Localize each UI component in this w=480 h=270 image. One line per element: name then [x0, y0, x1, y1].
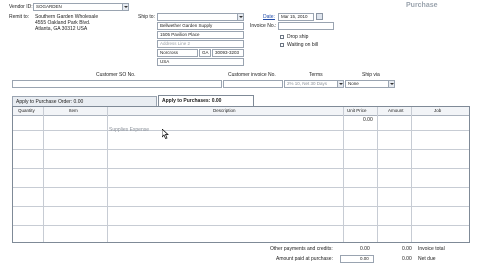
invoice-no-field[interactable] [278, 22, 334, 30]
remit-line-3: Atlanta, GA 30312 USA [35, 26, 88, 32]
tab-apply-purchase-order-label: Apply to Purchase Order: 0.00 [16, 99, 84, 105]
col-amount: Amount [388, 108, 404, 113]
col-unit-price: Unit Price [347, 108, 367, 113]
vendor-id-label: Vendor ID: [9, 4, 33, 10]
ship-to-city-field[interactable]: Norcross [157, 49, 198, 57]
terms-value: 2% 10, Net 30 Days [287, 81, 328, 86]
ship-to-dropdown-icon[interactable] [237, 14, 243, 20]
drop-ship-checkbox[interactable] [280, 35, 284, 39]
row1-unit-price: 0.00 [363, 117, 373, 123]
customer-so-field[interactable] [12, 80, 222, 88]
ship-to-name-field[interactable]: Bellwether Garden Supply [157, 22, 244, 30]
date-label[interactable]: Date: [263, 15, 275, 20]
ship-to-selector[interactable] [157, 13, 244, 21]
ship-via-label: Ship via [362, 72, 380, 78]
invoice-total-label: Invoice total [418, 246, 445, 252]
ship-via-value: None [348, 81, 359, 86]
waiting-on-bill-checkbox[interactable] [280, 43, 284, 47]
ship-to-name: Bellwether Garden Supply [160, 23, 213, 28]
ship-to-address2-field[interactable]: Address Line 2 [157, 40, 244, 48]
net-due-label: Net due [418, 256, 436, 262]
col-job: Job [434, 108, 442, 113]
vendor-id-field[interactable]: SOGARDEN [33, 3, 129, 11]
vendor-id-value: SOGARDEN [36, 4, 62, 9]
calendar-icon[interactable] [316, 13, 323, 20]
remit-to-label: Remit to: [9, 14, 30, 20]
waiting-on-bill-label: Waiting on bill [287, 42, 318, 48]
terms-dropdown-icon[interactable] [337, 81, 343, 87]
row1-account-description: Supplies Expense [109, 127, 150, 133]
amount-paid-label: Amount paid at purchase: [276, 256, 333, 262]
col-description: Description [213, 108, 236, 113]
tab-apply-purchases[interactable]: Apply to Purchases: 0.00 [158, 95, 254, 106]
ship-to-address1-field[interactable]: 1505 Pavilion Place [157, 31, 244, 39]
drop-ship-label: Drop ship [287, 34, 309, 40]
customer-invoice-field[interactable] [223, 80, 283, 88]
amount-paid-field[interactable]: 0.00 [340, 255, 374, 263]
ship-to-address2-placeholder: Address Line 2 [160, 41, 191, 46]
ship-via-dropdown-icon[interactable] [388, 81, 394, 87]
net-due-value: 0.00 [402, 256, 412, 262]
grid-header: Quantity Item Description Unit Price Amo… [13, 107, 469, 116]
ship-via-field[interactable]: None [345, 80, 395, 88]
invoice-total-value: 0.00 [402, 246, 412, 252]
customer-invoice-label: Customer invoice No. [228, 72, 276, 78]
ship-to-label: Ship to: [138, 14, 155, 20]
line-items-grid[interactable]: Quantity Item Description Unit Price Amo… [12, 106, 470, 243]
invoice-no-label: Invoice No.: [250, 23, 277, 29]
date-value: Mar 15, 2010 [281, 14, 308, 19]
ship-to-country: USA [160, 59, 170, 64]
ship-to-city: Norcross [160, 50, 179, 55]
tab-apply-purchases-label: Apply to Purchases: 0.00 [162, 98, 222, 104]
mouse-pointer-icon [162, 129, 169, 139]
customer-so-label: Customer SO No. [96, 72, 136, 78]
ship-to-zip-field[interactable]: 30093-3203 [212, 49, 244, 57]
col-quantity: Quantity [18, 108, 35, 113]
terms-field[interactable]: 2% 10, Net 30 Days [284, 80, 344, 88]
other-payments-label: Other payments and credits: [270, 246, 333, 252]
other-payments-value: 0.00 [360, 246, 370, 252]
ship-to-country-field[interactable]: USA [157, 58, 244, 66]
col-item: Item [69, 108, 78, 113]
ship-to-state: GA [202, 50, 209, 55]
terms-label: Terms [309, 72, 323, 78]
ship-to-zip: 30093-3203 [215, 50, 240, 55]
amount-paid-value: 0.00 [360, 256, 369, 261]
vendor-lookup-icon[interactable] [122, 4, 128, 10]
ship-to-state-field[interactable]: GA [199, 49, 211, 57]
window-title: Purchase [406, 2, 438, 9]
tab-apply-purchase-order[interactable]: Apply to Purchase Order: 0.00 [12, 96, 157, 106]
date-field[interactable]: Mar 15, 2010 [278, 13, 314, 21]
ship-to-address1: 1505 Pavilion Place [160, 32, 200, 37]
